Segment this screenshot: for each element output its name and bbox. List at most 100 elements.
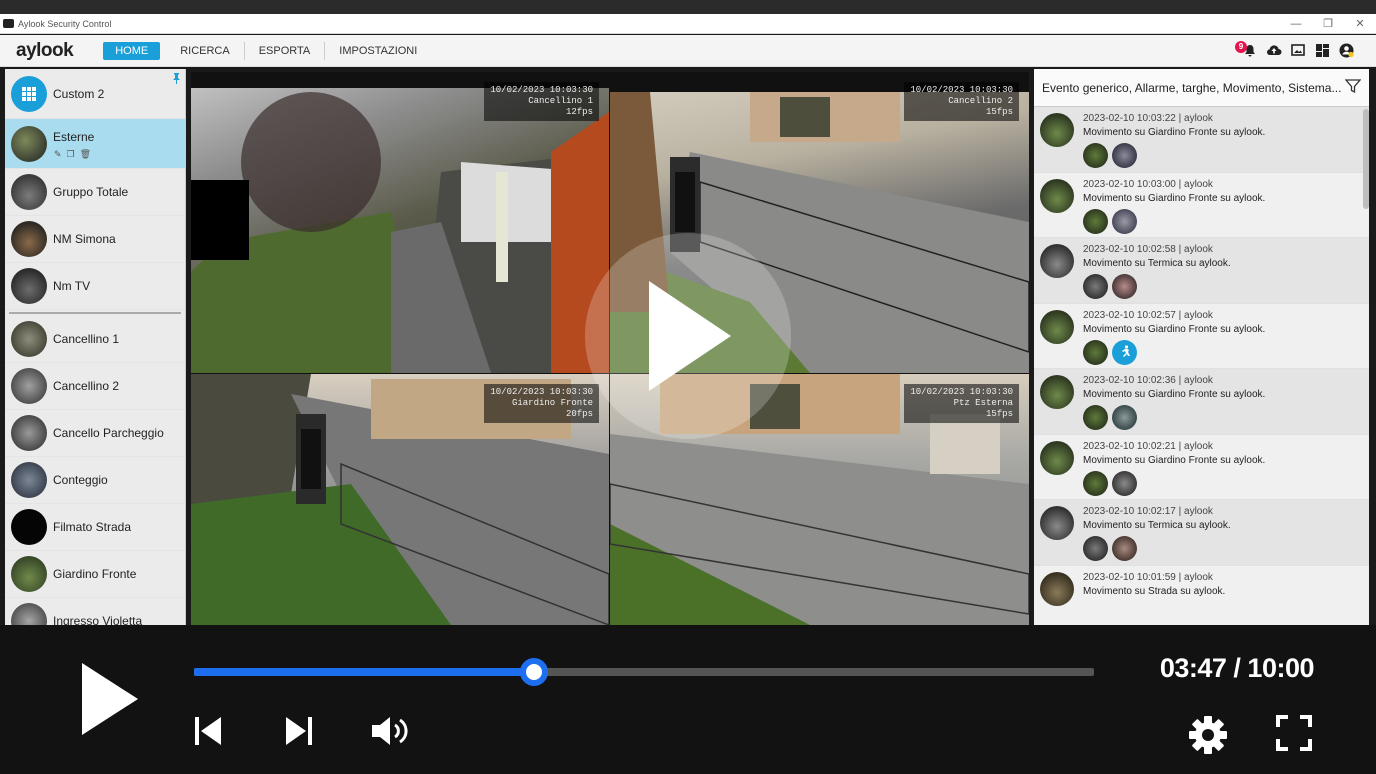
sidebar-item-custom-2[interactable]: Custom 2 (5, 69, 185, 119)
image-icon[interactable] (1290, 42, 1306, 58)
event-thumbnail[interactable] (1083, 208, 1108, 234)
event-description: Movimento su Giardino Fronte su aylook. (1083, 323, 1266, 335)
event-camera-avatar (1040, 178, 1074, 213)
event-item[interactable]: 2023-02-10 10:02:21 | aylook Movimento s… (1034, 435, 1369, 500)
copy-icon[interactable]: ❐ (67, 149, 80, 159)
top-strip (0, 0, 1376, 14)
volume-button[interactable] (372, 715, 412, 752)
event-camera-avatar (1040, 375, 1074, 409)
event-thumbnail[interactable] (1083, 143, 1108, 168)
sidebar-item-label: Nm TV (53, 279, 91, 293)
sidebar-item-nm-tv[interactable]: Nm TV (5, 263, 185, 310)
sidebar-item-giardino-fronte[interactable]: Giardino Fronte (5, 551, 185, 598)
camera-thumbnail (11, 462, 47, 498)
settings-button[interactable] (1188, 715, 1228, 760)
camera-name: Cancellino 1 (528, 96, 593, 106)
event-thumbnail[interactable] (1112, 143, 1137, 168)
top-right-toolbar: 9 (1235, 41, 1354, 58)
event-description: Movimento su Termica su aylook. (1083, 258, 1231, 269)
video-play-overlay-button[interactable] (585, 233, 791, 439)
time-display: 03:47 / 10:00 (1159, 653, 1315, 683)
sidebar-item-label: Ingresso Violetta (53, 614, 143, 625)
event-thumbnail[interactable] (1083, 470, 1108, 496)
cloud-upload-icon[interactable] (1266, 42, 1282, 58)
event-item[interactable]: 2023-02-10 10:03:22 | aylook Movimento s… (1034, 107, 1369, 173)
group-thumbnail (11, 221, 47, 257)
menu-impostazioni[interactable]: IMPOSTAZIONI (325, 42, 431, 60)
app-icon (3, 19, 14, 28)
filter-icon[interactable] (1344, 78, 1362, 97)
sidebar-item-label: Gruppo Totale (53, 185, 129, 199)
event-camera-avatar (1040, 309, 1074, 344)
sidebar-item-cancello-parcheggio[interactable]: Cancello Parcheggio (5, 410, 185, 457)
camera-fps: 12fps (565, 107, 593, 117)
event-item[interactable]: 2023-02-10 10:01:59 | aylook Movimento s… (1034, 566, 1369, 626)
event-thumbnail[interactable] (1112, 274, 1137, 299)
progress-scrubber-handle[interactable] (520, 658, 549, 686)
event-item[interactable]: 2023-02-10 10:02:36 | aylook Movimento s… (1034, 369, 1369, 435)
event-thumbnail[interactable] (1112, 208, 1137, 234)
event-thumbnail[interactable] (1083, 339, 1108, 365)
sidebar-item-label: Cancello Parcheggio (53, 426, 164, 440)
event-item[interactable]: 2023-02-10 10:02:17 | aylook Movimento s… (1034, 500, 1369, 566)
skip-next-icon (286, 717, 312, 745)
event-thumbnail[interactable] (1083, 405, 1108, 430)
previous-button[interactable] (195, 715, 223, 752)
close-button[interactable]: ✕ (1344, 17, 1376, 30)
delete-icon[interactable]: 🗑 (80, 149, 96, 159)
sidebar-item-label: Custom 2 (53, 86, 105, 101)
event-thumbnail[interactable] (1083, 274, 1108, 299)
pin-icon[interactable] (172, 73, 181, 87)
progress-bar[interactable] (194, 658, 1094, 686)
event-thumbnail[interactable] (1112, 536, 1137, 561)
sidebar-item-esterne[interactable]: Esterne ✎❐🗑 (5, 119, 185, 169)
dashboard-icon[interactable] (1314, 42, 1330, 58)
skip-previous-icon (195, 717, 221, 745)
sidebar-item-filmato-strada[interactable]: Filmato Strada (5, 504, 185, 551)
event-panel: Evento generico, Allarme, targhe, Movime… (1034, 69, 1369, 625)
group-thumbnail (11, 268, 47, 304)
sidebar-item-conteggio[interactable]: Conteggio (5, 457, 185, 504)
item-tools: ✎❐🗑 (54, 149, 96, 160)
camera-osd: 10/02/2023 10:03:30 Giardino Fronte 20fp… (484, 384, 599, 423)
event-thumbnail[interactable] (1112, 470, 1137, 496)
sidebar-item-gruppo-totale[interactable]: Gruppo Totale (5, 169, 185, 216)
event-meta: 2023-02-10 10:03:00 | aylook (1083, 178, 1213, 190)
bell-icon[interactable]: 9 (1235, 41, 1258, 58)
edit-icon[interactable]: ✎ (54, 149, 67, 159)
camera-thumbnail (11, 509, 47, 545)
next-button[interactable] (284, 715, 312, 752)
event-thumbnail[interactable] (1083, 536, 1108, 561)
camera-osd: 10/02/2023 10:03:30 Cancellino 2 15fps (904, 82, 1019, 121)
camera-name: Giardino Fronte (511, 398, 593, 408)
event-item[interactable]: 2023-02-10 10:02:57 | aylook Movimento s… (1034, 304, 1369, 369)
sidebar-item-ingresso-violetta[interactable]: Ingresso Violetta (5, 598, 185, 625)
restore-button[interactable]: ❐ (1312, 17, 1344, 30)
running-person-icon[interactable] (1112, 339, 1137, 365)
event-item[interactable]: 2023-02-10 10:03:00 | aylook Movimento s… (1034, 173, 1369, 238)
sidebar-item-label: Filmato Strada (53, 520, 132, 534)
sidebar-item-label: NM Simona (53, 232, 116, 246)
sidebar-item-cancellino-1[interactable]: Cancellino 1 (5, 316, 185, 363)
minimize-button[interactable]: — (1280, 18, 1312, 30)
event-description: Movimento su Giardino Fronte su aylook. (1083, 192, 1266, 204)
camera-view-cancellino-1[interactable]: 10/02/2023 10:03:30 Cancellino 1 12fps (191, 72, 609, 373)
camera-name: Cancellino 2 (948, 96, 1013, 106)
menu-home[interactable]: HOME (103, 41, 161, 60)
sidebar-item-nm-simona[interactable]: NM Simona (5, 216, 185, 263)
play-button[interactable] (82, 663, 138, 740)
camera-view-giardino-fronte[interactable]: 10/02/2023 10:03:30 Giardino Fronte 20fp… (191, 374, 609, 625)
event-thumbnail[interactable] (1112, 405, 1137, 430)
event-item[interactable]: 2023-02-10 10:02:58 | aylook Movimento s… (1034, 238, 1369, 304)
event-list-scrollbar[interactable] (1363, 109, 1369, 209)
event-meta: 2023-02-10 10:02:57 | aylook (1083, 309, 1213, 321)
fullscreen-button[interactable] (1276, 715, 1312, 756)
menu-ricerca[interactable]: RICERCA (166, 41, 245, 60)
sidebar-item-label: Cancellino 2 (53, 379, 120, 393)
user-account-icon[interactable] (1338, 42, 1354, 58)
camera-fps: 15fps (985, 107, 1013, 117)
event-filter-header: Evento generico, Allarme, targhe, Movime… (1034, 69, 1369, 107)
group-thumbnail (11, 125, 47, 162)
menu-esporta[interactable]: ESPORTA (245, 41, 326, 60)
sidebar-item-cancellino-2[interactable]: Cancellino 2 (5, 363, 185, 410)
